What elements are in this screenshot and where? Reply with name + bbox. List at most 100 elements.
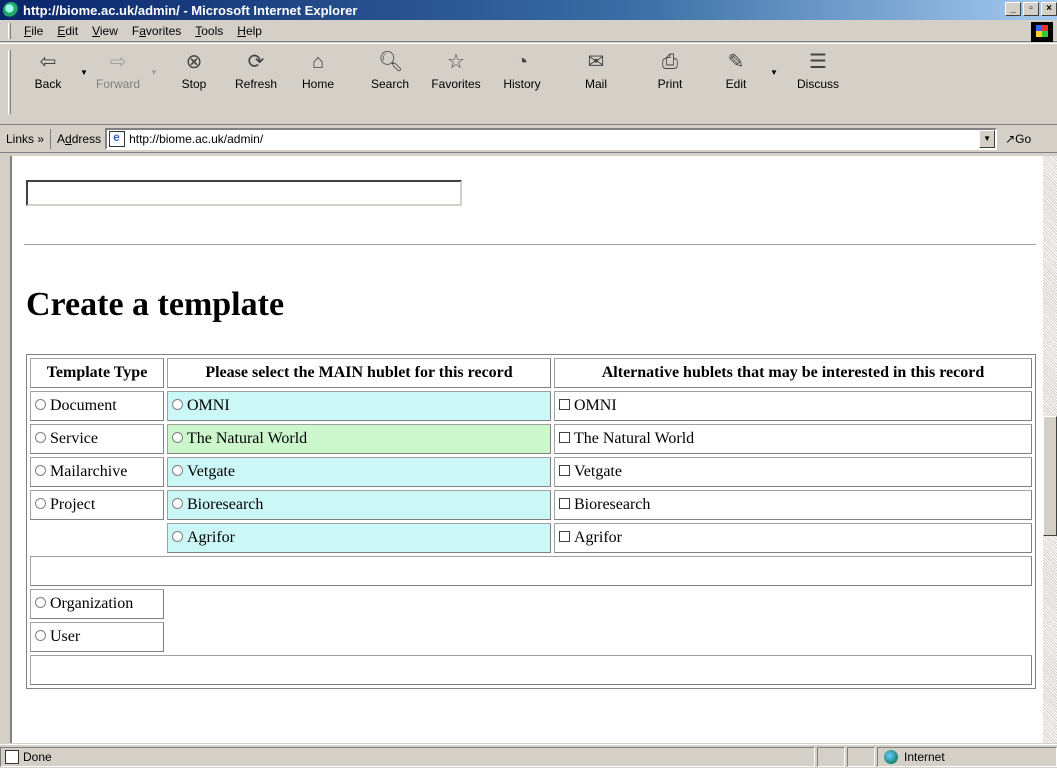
type-service[interactable]: Service bbox=[30, 424, 164, 454]
title-bar: http://biome.ac.uk/admin/ - Microsoft In… bbox=[0, 0, 1057, 20]
empty-cell bbox=[167, 589, 1032, 619]
radio-icon[interactable] bbox=[35, 464, 46, 476]
table-header-row: Template Type Please select the MAIN hub… bbox=[30, 358, 1032, 388]
main-hublet-bioresearch[interactable]: Bioresearch bbox=[167, 490, 551, 520]
radio-icon[interactable] bbox=[172, 398, 183, 410]
template-table: Template Type Please select the MAIN hub… bbox=[26, 354, 1036, 689]
header-alt-hublets: Alternative hublets that may be interest… bbox=[554, 358, 1032, 388]
stop-button[interactable]: ⊗ Stop bbox=[164, 48, 224, 96]
minimize-icon[interactable]: _ bbox=[1005, 2, 1021, 16]
main-hublet-vetgate[interactable]: Vetgate bbox=[167, 457, 551, 487]
radio-icon[interactable] bbox=[35, 497, 46, 509]
globe-icon bbox=[884, 749, 898, 764]
alt-hublet-bioresearch[interactable]: Bioresearch bbox=[554, 490, 1032, 520]
back-button[interactable]: ⇦ Back bbox=[18, 48, 78, 96]
menu-file[interactable]: File bbox=[17, 24, 50, 38]
forward-arrow-icon: ⇨ bbox=[109, 51, 127, 73]
edit-dropdown-icon[interactable]: ▼ bbox=[770, 68, 778, 77]
main-hublet-omni[interactable]: OMNI bbox=[167, 391, 551, 421]
checkbox-icon[interactable] bbox=[559, 464, 570, 476]
type-project[interactable]: Project bbox=[30, 490, 164, 520]
menu-grip[interactable] bbox=[8, 22, 11, 39]
top-text-field[interactable] bbox=[26, 180, 462, 206]
alt-hublet-vetgate[interactable]: Vetgate bbox=[554, 457, 1032, 487]
links-button[interactable]: Links » bbox=[0, 128, 52, 149]
home-icon: ⌂ bbox=[311, 51, 325, 73]
checkbox-icon[interactable] bbox=[559, 497, 570, 509]
page-icon bbox=[5, 749, 19, 764]
favorites-folder-icon: ☆ bbox=[447, 51, 465, 73]
forward-dropdown-icon[interactable]: ▼ bbox=[150, 68, 158, 77]
go-button[interactable]: ↗Go bbox=[1005, 132, 1031, 146]
page-title: Create a template bbox=[26, 286, 285, 323]
table-row bbox=[30, 556, 1032, 586]
print-button[interactable]: ⎙ Print bbox=[640, 48, 700, 96]
radio-icon[interactable] bbox=[172, 497, 183, 509]
history-button[interactable]: ◔ History bbox=[492, 48, 552, 96]
alt-hublet-agrifor[interactable]: Agrifor bbox=[554, 523, 1032, 553]
refresh-button[interactable]: ⟳ Refresh bbox=[226, 48, 286, 96]
alt-hublet-natural-world[interactable]: The Natural World bbox=[554, 424, 1032, 454]
menu-bar: File Edit View Favorites Tools Help bbox=[0, 20, 1057, 42]
address-row: Links » Address http://biome.ac.uk/admin… bbox=[0, 125, 1057, 153]
menu-view[interactable]: View bbox=[85, 24, 125, 38]
ie-logo-icon bbox=[3, 2, 19, 18]
type-mailarchive[interactable]: Mailarchive bbox=[30, 457, 164, 487]
type-document[interactable]: Document bbox=[30, 391, 164, 421]
close-icon[interactable]: × bbox=[1041, 2, 1057, 16]
address-field[interactable]: http://biome.ac.uk/admin/ ▼ bbox=[105, 127, 998, 150]
printer-icon: ⎙ bbox=[662, 51, 678, 73]
address-dropdown-icon[interactable]: ▼ bbox=[979, 129, 996, 148]
radio-icon[interactable] bbox=[172, 530, 183, 542]
page-icon bbox=[109, 130, 126, 147]
home-button[interactable]: ⌂ Home bbox=[288, 48, 348, 96]
menu-tools[interactable]: Tools bbox=[188, 24, 230, 38]
checkbox-icon[interactable] bbox=[559, 398, 570, 410]
address-label: Address bbox=[57, 131, 102, 146]
discuss-button[interactable]: ☰ Discuss bbox=[788, 48, 848, 96]
radio-icon[interactable] bbox=[35, 629, 46, 641]
menu-favorites[interactable]: Favorites bbox=[125, 24, 188, 38]
checkbox-icon[interactable] bbox=[559, 530, 570, 542]
menu-edit[interactable]: Edit bbox=[50, 24, 85, 38]
radio-icon[interactable] bbox=[35, 431, 46, 443]
radio-icon[interactable] bbox=[172, 464, 183, 476]
checkbox-icon[interactable] bbox=[559, 431, 570, 443]
forward-button[interactable]: ⇨ Forward bbox=[88, 48, 148, 96]
alt-hublet-omni[interactable]: OMNI bbox=[554, 391, 1032, 421]
main-hublet-natural-world[interactable]: The Natural World bbox=[167, 424, 551, 454]
main-hublet-agrifor[interactable]: Agrifor bbox=[167, 523, 551, 553]
empty-wide-cell bbox=[30, 556, 1032, 586]
header-template-type: Template Type bbox=[30, 358, 164, 388]
status-cell bbox=[817, 746, 845, 767]
radio-icon[interactable] bbox=[35, 596, 46, 608]
back-dropdown-icon[interactable]: ▼ bbox=[80, 68, 88, 77]
radio-icon[interactable] bbox=[35, 398, 46, 410]
maximize-icon[interactable]: ▫ bbox=[1023, 2, 1039, 16]
toolbar-grip[interactable] bbox=[8, 50, 11, 114]
search-button[interactable]: 🔍︎ Search bbox=[360, 48, 420, 96]
history-icon: ◔ bbox=[515, 51, 529, 73]
menu-help[interactable]: Help bbox=[230, 24, 269, 38]
type-user[interactable]: User bbox=[30, 622, 164, 652]
security-zone: Internet bbox=[877, 746, 1057, 767]
table-row: Project Bioresearch Bioresearch bbox=[30, 490, 1032, 520]
vertical-scrollbar[interactable] bbox=[1043, 156, 1057, 743]
search-icon: 🔍︎ bbox=[378, 51, 404, 73]
window-controls: _ ▫ × bbox=[1005, 2, 1057, 16]
edit-button[interactable]: ✎ Edit bbox=[706, 48, 766, 96]
table-row: Agrifor Agrifor bbox=[30, 523, 1032, 553]
content-left-edge bbox=[0, 156, 12, 743]
empty-cell bbox=[167, 622, 1032, 652]
address-url[interactable]: http://biome.ac.uk/admin/ bbox=[129, 132, 263, 146]
table-row: User bbox=[30, 622, 1032, 652]
scrollbar-thumb[interactable] bbox=[1043, 416, 1057, 536]
window-title: http://biome.ac.uk/admin/ - Microsoft In… bbox=[23, 2, 358, 18]
mail-button[interactable]: ✉ Mail bbox=[566, 48, 626, 96]
standard-toolbar: ⇦ Back ▼ ⇨ Forward ▼ ⊗ Stop ⟳ Refresh ⌂ Home … bbox=[0, 43, 1057, 125]
status-text: Done bbox=[23, 749, 52, 764]
favorites-button[interactable]: ☆ Favorites bbox=[426, 48, 486, 96]
radio-icon[interactable] bbox=[172, 431, 183, 443]
bottom-cell bbox=[30, 655, 1032, 685]
type-organization[interactable]: Organization bbox=[30, 589, 164, 619]
